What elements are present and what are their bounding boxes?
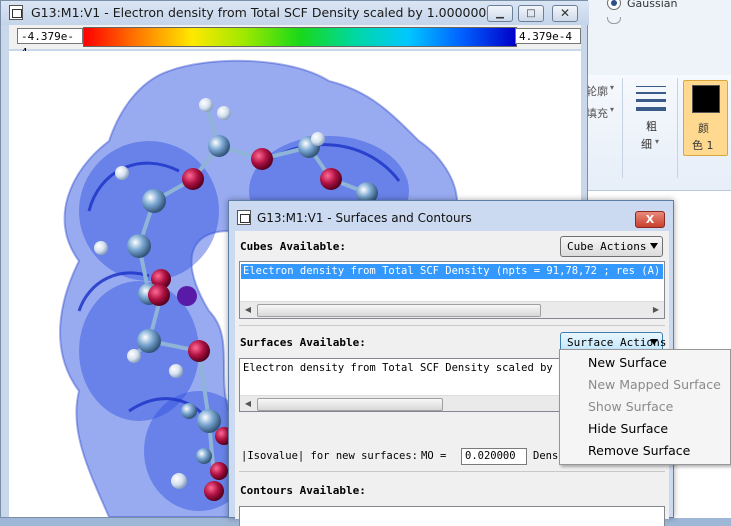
oxygen-atom xyxy=(251,148,273,170)
carbon-atom xyxy=(137,329,161,353)
document-icon xyxy=(9,5,23,20)
line-width-icon xyxy=(636,86,666,87)
scroll-left-icon[interactable]: ◀ xyxy=(240,302,256,318)
surfaces-available-label: Surfaces Available: xyxy=(240,336,366,349)
ribbon-fill-label[interactable]: 填充 xyxy=(586,105,608,121)
hydrogen-atom xyxy=(94,241,108,255)
surface-actions-menu: New Surface New Mapped Surface Show Surf… xyxy=(559,349,731,465)
dialog-title: G13:M1:V1 - Surfaces and Contours xyxy=(257,211,472,225)
section-divider xyxy=(239,471,665,472)
carbon-atom xyxy=(197,409,221,433)
window-title: G13:M1:V1 - Electron density from Total … xyxy=(31,5,508,20)
hydrogen-atom xyxy=(199,98,213,112)
radio-label: Gaussian xyxy=(627,0,678,10)
menu-item-remove-surface[interactable]: Remove Surface xyxy=(588,443,690,458)
mo-label: MO = xyxy=(421,450,447,462)
menu-item-show-surface: Show Surface xyxy=(588,399,674,414)
cubes-available-label: Cubes Available: xyxy=(240,240,346,253)
cube-actions-label: Cube Actions xyxy=(567,240,647,253)
carbon-atom xyxy=(127,234,151,258)
chevron-down-icon xyxy=(650,339,658,345)
color-gradient-bar xyxy=(83,27,517,47)
contours-available-label: Contours Available: xyxy=(240,484,366,497)
chevron-down-icon xyxy=(650,243,658,249)
minimize-icon: ▁ xyxy=(496,8,504,19)
colorbar-max-label: 4.379e-4 xyxy=(515,28,581,44)
colorbar-min-label: -4.379e-4 xyxy=(17,28,83,59)
oxygen-atom xyxy=(182,168,204,190)
color-label-2: 色 1 xyxy=(692,139,714,152)
horizontal-scrollbar[interactable]: ◀ ▶ xyxy=(240,301,664,318)
color-label: 颜 xyxy=(698,122,709,135)
line-width-label-2: 细 xyxy=(641,138,652,151)
carbon-atom xyxy=(208,135,230,157)
carbon-atom xyxy=(142,189,166,213)
chevron-down-icon: ▾ xyxy=(610,105,615,114)
hydrogen-atom xyxy=(115,166,129,180)
scrollbar-thumb[interactable] xyxy=(257,398,443,411)
close-icon: ✕ xyxy=(559,6,571,20)
oxygen-atom xyxy=(177,286,197,306)
maximize-icon: □ xyxy=(526,8,536,19)
hydrogen-atom xyxy=(311,132,325,146)
hydrogen-atom xyxy=(169,364,183,378)
color-1-button[interactable]: 颜 色 1 xyxy=(683,80,728,156)
minimize-button[interactable]: ▁ xyxy=(487,5,513,22)
mo-isovalue-input[interactable]: 0.020000 xyxy=(461,448,527,465)
background-app-header: Gaussian xyxy=(580,0,731,76)
maximize-button[interactable]: □ xyxy=(518,5,544,22)
color-swatch xyxy=(692,85,720,113)
radio-button-partial[interactable] xyxy=(607,17,621,24)
density-label: Dens xyxy=(533,450,559,462)
close-button[interactable]: ✕ xyxy=(552,5,578,22)
hydrogen-atom xyxy=(217,106,231,120)
oxygen-atom xyxy=(148,284,170,306)
document-icon xyxy=(237,210,251,225)
contours-list[interactable] xyxy=(239,506,665,526)
line-width-button[interactable]: 粗 细 ▾ xyxy=(630,80,670,160)
cube-actions-button[interactable]: Cube Actions xyxy=(560,236,663,257)
scrollbar-thumb[interactable] xyxy=(257,304,541,317)
section-divider xyxy=(239,325,665,326)
isovalue-label: |Isovalue| for new surfaces: xyxy=(241,450,419,462)
scroll-right-icon[interactable]: ▶ xyxy=(648,302,664,318)
ribbon-outline-label[interactable]: 轮廓 xyxy=(586,83,608,99)
hydrogen-atom xyxy=(127,349,141,363)
ribbon-divider xyxy=(677,78,678,178)
menu-item-new-mapped-surface: New Mapped Surface xyxy=(588,377,721,392)
menu-item-new-surface[interactable]: New Surface xyxy=(588,355,667,370)
oxygen-atom xyxy=(188,340,210,362)
carbon-atom xyxy=(181,403,197,419)
hydrogen-atom xyxy=(171,473,187,489)
ribbon-divider xyxy=(622,78,623,178)
carbon-atom xyxy=(196,448,212,464)
dialog-close-button[interactable]: X xyxy=(635,211,665,228)
scroll-left-icon[interactable]: ◀ xyxy=(240,396,256,411)
title-bar[interactable]: G13:M1:V1 - Electron density from Total … xyxy=(1,1,589,25)
chevron-down-icon: ▾ xyxy=(610,83,615,92)
list-item[interactable]: Electron density from Total SCF Density … xyxy=(241,264,664,279)
oxygen-atom xyxy=(204,481,224,501)
line-width-label: 粗 xyxy=(646,120,657,133)
oxygen-atom xyxy=(320,168,342,190)
chevron-down-icon: ▾ xyxy=(655,137,660,146)
radio-button[interactable] xyxy=(607,0,621,10)
oxygen-atom xyxy=(210,462,228,480)
cubes-list[interactable]: Electron density from Total SCF Density … xyxy=(239,261,665,319)
menu-item-hide-surface[interactable]: Hide Surface xyxy=(588,421,668,436)
close-icon: X xyxy=(645,213,655,226)
